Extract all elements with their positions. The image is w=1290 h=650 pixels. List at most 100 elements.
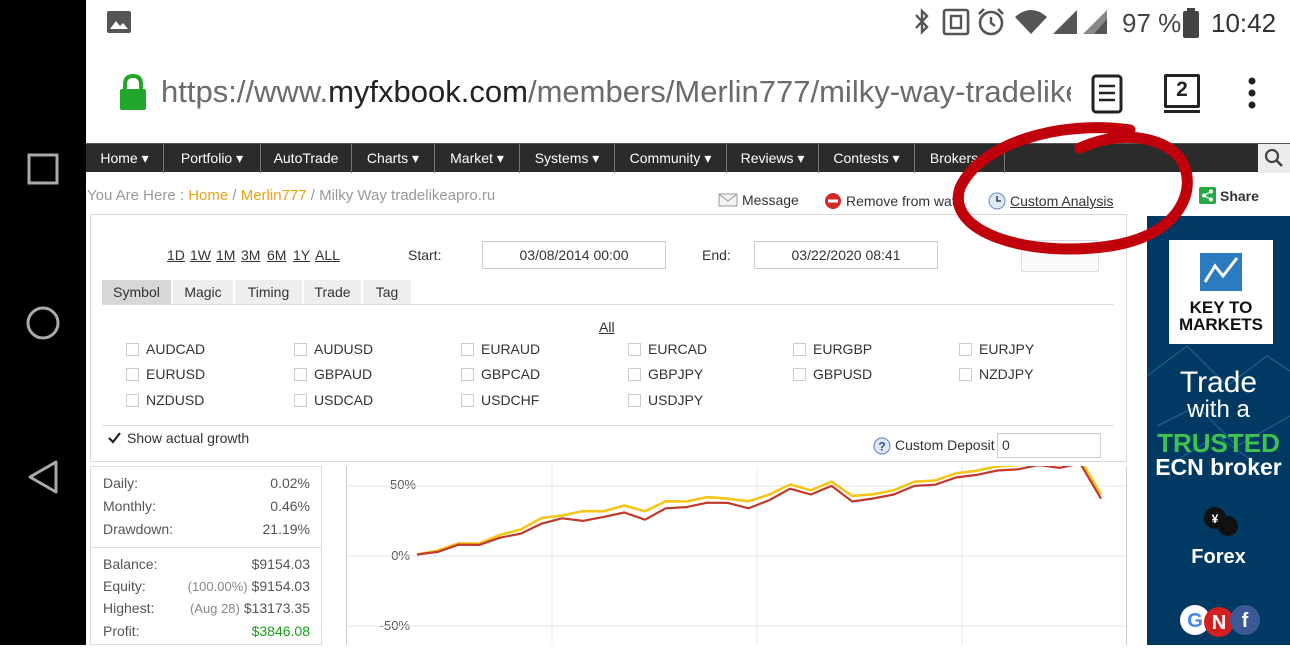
menu-contests[interactable]: Contests ▾ [819, 144, 915, 173]
checkbox[interactable] [628, 343, 641, 356]
signal-icon-2 [1083, 10, 1107, 34]
period-1w[interactable]: 1W [190, 247, 211, 263]
apply-button[interactable] [1021, 240, 1099, 272]
checkbox[interactable] [959, 343, 972, 356]
custom-analysis-panel: 1D 1W 1M 3M 6M 1Y ALL Start: 03/08/2014 … [90, 214, 1127, 462]
select-all-symbols-link[interactable]: All [599, 319, 615, 335]
checkbox[interactable] [628, 368, 641, 381]
tab-symbol[interactable]: Symbol [102, 280, 171, 305]
custom-analysis-link[interactable]: Custom Analysis [988, 192, 1113, 210]
checkbox[interactable] [628, 394, 641, 407]
checkbox[interactable] [126, 343, 139, 356]
stat-label: Equity: [103, 578, 146, 594]
symbol-checkbox-usdcad[interactable]: USDCAD [294, 392, 373, 408]
menu-systems[interactable]: Systems ▾ [520, 144, 615, 173]
status-bar: 97 % 10:42 [86, 0, 1290, 46]
symbol-checkbox-usdjpy[interactable]: USDJPY [628, 392, 703, 408]
symbol-checkbox-eurgbp[interactable]: EURGBP [793, 341, 872, 357]
show-actual-growth-checkbox[interactable]: Show actual growth [108, 430, 249, 446]
circle-icon [26, 306, 60, 340]
url-field[interactable]: https://www.myfxbook.com/members/Merlin7… [161, 74, 1071, 110]
checkbox[interactable] [461, 394, 474, 407]
period-3m[interactable]: 3M [241, 247, 260, 263]
menu-autotrade[interactable]: AutoTrade [261, 144, 352, 173]
ad-line-ecn: ECN broker [1155, 454, 1282, 480]
account-stats-panel: Daily: 0.02% Monthly: 0.46% Drawdown: 21.19… [90, 466, 322, 645]
checkbox[interactable] [294, 394, 307, 407]
remove-from-watchlist-button[interactable]: Remove from watc [824, 192, 963, 210]
symbol-label: GBPCAD [481, 366, 541, 382]
symbol-label: EURAUD [481, 341, 541, 357]
site-search-button[interactable] [1258, 144, 1290, 173]
period-1y[interactable]: 1Y [293, 247, 310, 263]
menu-market[interactable]: Market ▾ [435, 144, 520, 173]
menu-reviews[interactable]: Reviews ▾ [727, 144, 819, 173]
stat-highest-date: (Aug 28) [189, 601, 240, 616]
advertisement-banner[interactable]: KEY TO MARKETS Trade with a TRUSTED ECN b… [1147, 216, 1290, 645]
symbol-checkbox-gbpusd[interactable]: GBPUSD [793, 366, 872, 382]
tab-magic[interactable]: Magic [173, 280, 233, 305]
breadcrumb: You Are Here : Home / Merlin777 / Milky … [87, 187, 495, 204]
stat-value: 21.19% [262, 521, 310, 537]
tab-count: 2 [1176, 78, 1188, 101]
menu-community[interactable]: Community ▾ [615, 144, 727, 173]
share-button[interactable]: Share [1199, 187, 1259, 204]
recents-button[interactable] [22, 148, 64, 190]
tab-timing[interactable]: Timing [235, 280, 302, 305]
checkbox[interactable] [294, 368, 307, 381]
menu-home[interactable]: Home ▾ [86, 144, 164, 173]
symbol-checkbox-gbpaud[interactable]: GBPAUD [294, 366, 372, 382]
tabs-switcher-button[interactable]: 2 [1164, 74, 1200, 114]
custom-deposit-input[interactable]: 0 [997, 433, 1101, 458]
symbol-checkbox-eurjpy[interactable]: EURJPY [959, 341, 1034, 357]
breadcrumb-separator: / [232, 187, 237, 204]
alarm-icon [978, 8, 1004, 36]
checkbox[interactable] [461, 368, 474, 381]
period-all[interactable]: ALL [315, 247, 340, 263]
period-6m[interactable]: 6M [267, 247, 286, 263]
start-date-input[interactable]: 03/08/2014 00:00 [482, 241, 666, 269]
reader-mode-icon[interactable] [1090, 74, 1124, 114]
symbol-checkbox-audusd[interactable]: AUDUSD [294, 341, 373, 357]
checkbox[interactable] [793, 343, 806, 356]
menu-label: Market ▾ [450, 150, 504, 166]
symbol-checkbox-gbpjpy[interactable]: GBPJPY [628, 366, 703, 382]
menu-portfolio[interactable]: Portfolio ▾ [164, 144, 261, 173]
svg-text:?: ? [878, 440, 885, 454]
period-1m[interactable]: 1M [216, 247, 235, 263]
menu-brokers[interactable]: Brokers ▾ [915, 144, 1005, 173]
back-button[interactable] [22, 456, 64, 498]
breadcrumb-user-link[interactable]: Merlin777 [241, 187, 307, 204]
symbol-checkbox-eurusd[interactable]: EURUSD [126, 366, 205, 382]
tab-trade[interactable]: Trade [304, 280, 361, 305]
symbol-checkbox-euraud[interactable]: EURAUD [461, 341, 540, 357]
tab-tag[interactable]: Tag [363, 280, 411, 305]
checkbox[interactable] [793, 368, 806, 381]
growth-series-line-0 [416, 458, 1103, 556]
symbol-checkbox-eurcad[interactable]: EURCAD [628, 341, 707, 357]
symbol-checkbox-nzdusd[interactable]: NZDUSD [126, 392, 204, 408]
more-options-icon[interactable] [1242, 76, 1262, 112]
help-icon[interactable]: ? [873, 437, 891, 455]
breadcrumb-home-link[interactable]: Home [188, 187, 228, 204]
end-date-input[interactable]: 03/22/2020 08:41 [754, 241, 938, 269]
symbol-checkbox-gbpcad[interactable]: GBPCAD [461, 366, 540, 382]
symbol-label: EURUSD [146, 366, 206, 382]
symbol-label: USDJPY [648, 392, 704, 408]
symbol-checkbox-audcad[interactable]: AUDCAD [126, 341, 205, 357]
stats-divider [91, 547, 321, 548]
menu-label: Systems ▾ [534, 150, 600, 166]
share-icon [1199, 187, 1216, 204]
checkbox[interactable] [126, 368, 139, 381]
period-1d[interactable]: 1D [167, 247, 185, 263]
symbol-checkbox-nzdjpy[interactable]: NZDJPY [959, 366, 1033, 382]
checkbox[interactable] [126, 394, 139, 407]
home-nav-button[interactable] [22, 302, 64, 344]
message-button[interactable]: Message [718, 192, 799, 208]
stat-label: Balance: [103, 556, 158, 572]
checkbox[interactable] [959, 368, 972, 381]
symbol-checkbox-usdchf[interactable]: USDCHF [461, 392, 539, 408]
checkbox[interactable] [461, 343, 474, 356]
menu-charts[interactable]: Charts ▾ [352, 144, 435, 173]
checkbox[interactable] [294, 343, 307, 356]
